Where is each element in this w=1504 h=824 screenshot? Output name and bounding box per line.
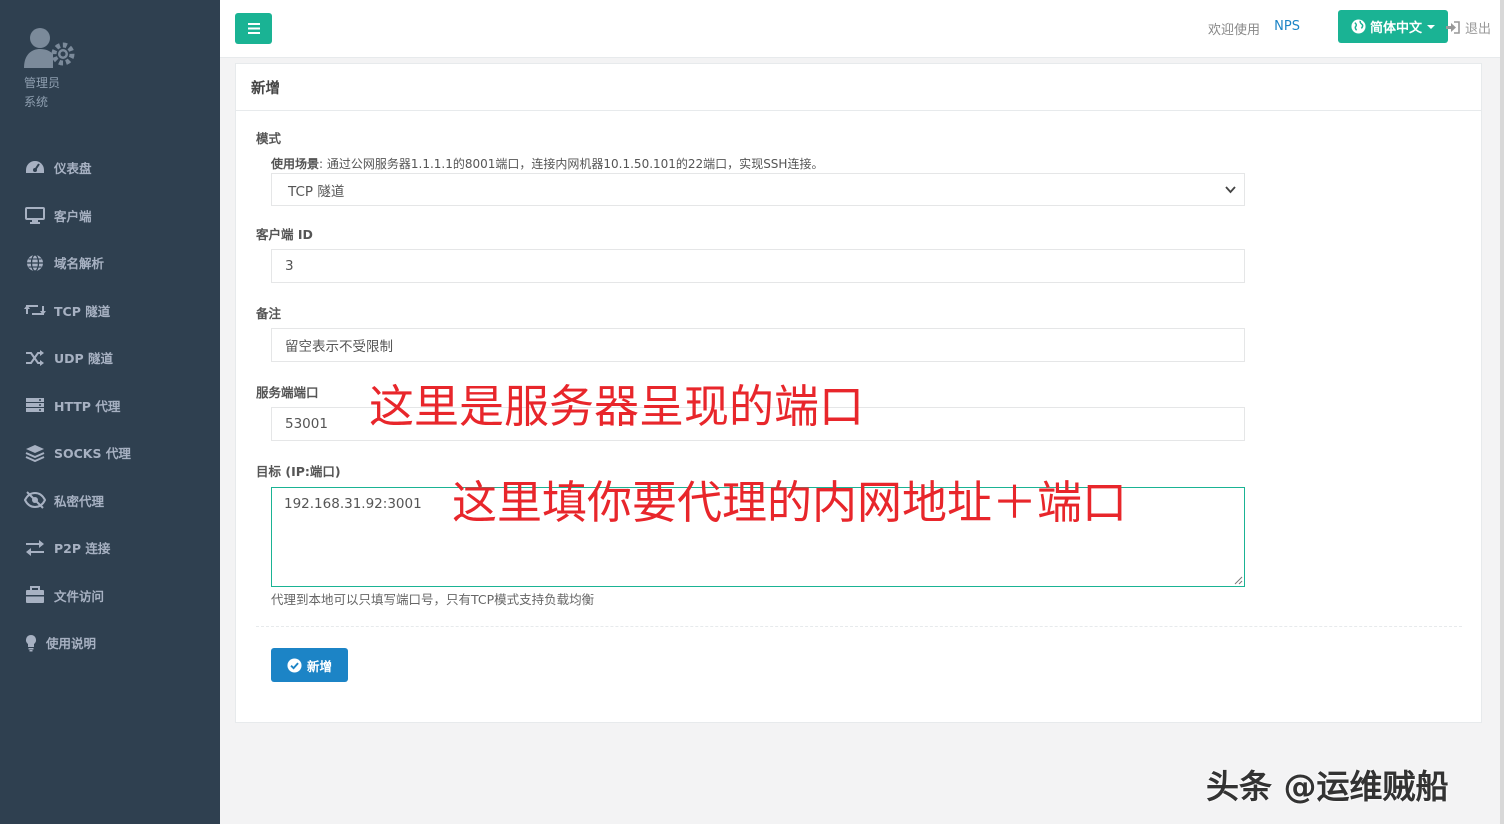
submit-label: 新增: [306, 658, 332, 674]
sidebar-item-p2p[interactable]: P2P 连接: [0, 524, 220, 572]
target-annotation: 这里填你要代理的内网地址＋端口: [452, 476, 1128, 529]
port-annotation: 这里是服务器呈现的端口: [369, 380, 865, 433]
dashboard-icon: [24, 158, 46, 178]
mode-select-value: TCP 隧道: [288, 183, 345, 200]
target-value: 192.168.31.92:3001: [284, 496, 422, 512]
page-scrollbar[interactable]: [1500, 0, 1504, 824]
eye-slash-icon: [24, 490, 46, 510]
watermark: 头条 @运维贼船: [1206, 767, 1449, 806]
lightbulb-icon: [24, 633, 38, 653]
check-circle-icon: [287, 657, 302, 673]
sidebar-item-label: 仪表盘: [54, 161, 92, 177]
briefcase-icon: [24, 585, 46, 605]
chevron-down-icon: [1225, 186, 1236, 194]
target-help-text: 代理到本地可以只填写端口号，只有TCP模式支持负载均衡: [271, 592, 595, 607]
profile-name: 管理员 系统: [24, 74, 124, 112]
remark-placeholder: 留空表示不受限制: [285, 339, 393, 355]
usage-hint-text: : 通过公网服务器1.1.1.1的8001端口，连接内网机器10.1.50.10…: [319, 157, 824, 171]
usage-hint: 使用场景: 通过公网服务器1.1.1.1的8001端口，连接内网机器10.1.5…: [271, 155, 823, 172]
target-label: 目标 (IP:端口): [256, 464, 341, 479]
sidebar-item-label: TCP 隧道: [54, 303, 111, 319]
hamburger-icon: [247, 23, 260, 34]
panel-header: 新增: [236, 64, 1481, 111]
logout-link[interactable]: 退出: [1445, 18, 1491, 37]
server-port-label: 服务端端口: [256, 385, 319, 400]
remark-label: 备注: [256, 306, 282, 321]
sidebar-item-udp[interactable]: UDP 隧道: [0, 334, 220, 382]
sign-out-icon: [1445, 21, 1460, 34]
form-divider: [256, 626, 1462, 627]
sidebar-item-label: UDP 隧道: [54, 351, 114, 367]
sidebar-item-help[interactable]: 使用说明: [0, 619, 220, 667]
welcome-text: 欢迎使用: [1207, 23, 1260, 38]
server-icon: [24, 395, 46, 415]
caret-down-icon: [1427, 24, 1435, 29]
mode-select[interactable]: TCP 隧道: [271, 173, 1245, 206]
sidebar-item-dashboard[interactable]: 仪表盘: [0, 144, 220, 192]
top-navbar: 欢迎使用 NPS 简体中文 退出: [220, 0, 1504, 58]
sidebar-item-files[interactable]: 文件访问: [0, 572, 220, 620]
logout-label: 退出: [1464, 22, 1491, 37]
submit-button[interactable]: 新增: [271, 648, 348, 682]
language-dropdown[interactable]: 简体中文: [1338, 10, 1448, 43]
sidebar-item-label: 域名解析: [54, 256, 105, 272]
sidebar-item-label: 使用说明: [46, 636, 97, 652]
profile-block: 管理员 系统: [24, 26, 76, 109]
user-gear-icon: [24, 26, 76, 70]
client-id-value: 3: [285, 258, 294, 274]
sidebar-item-socks[interactable]: SOCKS 代理: [0, 429, 220, 477]
sidebar-item-label: HTTP 代理: [54, 398, 121, 414]
sidebar-item-label: SOCKS 代理: [54, 446, 131, 462]
sidebar-item-secret[interactable]: 私密代理: [0, 477, 220, 525]
brand-link[interactable]: NPS: [1274, 19, 1300, 34]
sidebar-item-label: 私密代理: [54, 493, 105, 509]
mode-label: 模式: [256, 131, 282, 146]
desktop-icon: [24, 205, 46, 225]
server-port-value: 53001: [285, 416, 328, 432]
sidebar-item-http[interactable]: HTTP 代理: [0, 382, 220, 430]
globe-icon: [24, 253, 46, 273]
client-id-input[interactable]: 3: [271, 249, 1245, 283]
sidebar: 管理员 系统 仪表盘 客户端 域名解析 TCP 隧道 UDP 隧道 HTTP 代…: [0, 0, 220, 824]
panel-title: 新增: [251, 80, 280, 97]
layers-icon: [24, 443, 46, 463]
sidebar-item-label: 客户端: [54, 208, 92, 224]
language-label: 简体中文: [1369, 21, 1422, 36]
resize-grip-icon[interactable]: [1234, 576, 1243, 585]
sidebar-item-domain[interactable]: 域名解析: [0, 239, 220, 287]
sidebar-item-clients[interactable]: 客户端: [0, 192, 220, 240]
sidebar-item-label: 文件访问: [54, 588, 105, 604]
shuffle-icon: [24, 348, 46, 368]
sidebar-nav: 仪表盘 客户端 域名解析 TCP 隧道 UDP 隧道 HTTP 代理 SOCKS…: [0, 144, 220, 667]
globe-icon: [1351, 19, 1366, 34]
menu-toggle-button[interactable]: [235, 13, 272, 44]
exchange-icon: [24, 538, 46, 558]
client-id-label: 客户端 ID: [256, 227, 313, 242]
usage-hint-prefix: 使用场景: [271, 157, 320, 171]
retweet-icon: [24, 300, 46, 320]
sidebar-item-tcp[interactable]: TCP 隧道: [0, 287, 220, 335]
remark-input[interactable]: 留空表示不受限制: [271, 328, 1245, 362]
sidebar-item-label: P2P 连接: [54, 541, 111, 557]
profile-sub: 系统: [24, 95, 49, 109]
profile-role: 管理员: [24, 76, 61, 90]
